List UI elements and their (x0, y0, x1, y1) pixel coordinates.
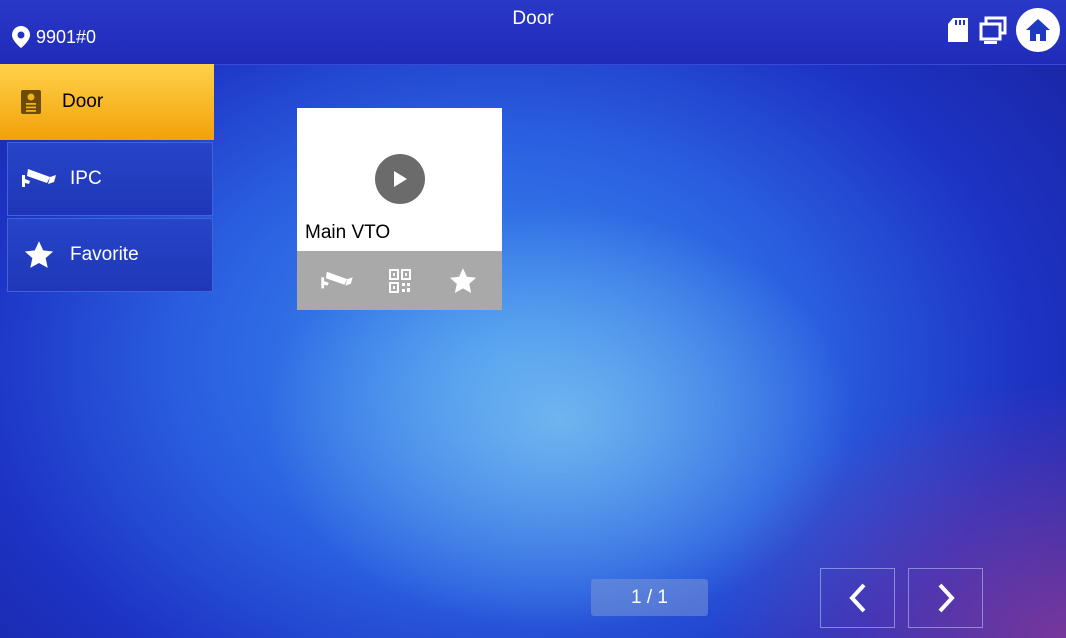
device-card[interactable]: Main VTO (297, 108, 502, 310)
page-indicator: 1 / 1 (591, 579, 708, 616)
chevron-left-icon (848, 583, 865, 613)
camera-icon (320, 271, 353, 288)
page-title: Door (512, 8, 554, 29)
sidebar-item-label: Favorite (70, 244, 139, 265)
sidebar-item-door[interactable]: Door (0, 64, 214, 140)
play-icon (394, 171, 407, 187)
device-name: Main VTO (305, 222, 391, 243)
sidebar-item-favorite[interactable]: Favorite (7, 218, 213, 292)
home-icon (1026, 19, 1050, 41)
star-icon (8, 240, 70, 270)
device-qr-button[interactable] (376, 261, 424, 301)
device-monitor-button[interactable] (313, 261, 361, 301)
play-button[interactable] (375, 154, 425, 204)
sidebar: Door IPC Favorite (0, 64, 216, 292)
qr-code-icon (388, 268, 411, 293)
sidebar-item-label: Door (62, 91, 104, 112)
chevron-right-icon (938, 583, 955, 613)
door-intercom-icon (0, 89, 62, 115)
sd-card-icon[interactable] (946, 16, 970, 44)
sidebar-item-ipc[interactable]: IPC (7, 142, 213, 216)
multi-screen-icon[interactable] (978, 15, 1008, 45)
next-page-button[interactable] (908, 568, 983, 628)
device-action-bar (297, 251, 502, 310)
home-button[interactable] (1016, 8, 1060, 52)
prev-page-button[interactable] (820, 568, 895, 628)
device-favorite-button[interactable] (439, 261, 487, 301)
camera-icon (8, 166, 70, 192)
sidebar-item-label: IPC (70, 168, 102, 189)
star-icon (449, 267, 476, 293)
top-bar: 9901#0 Door (0, 0, 1066, 65)
